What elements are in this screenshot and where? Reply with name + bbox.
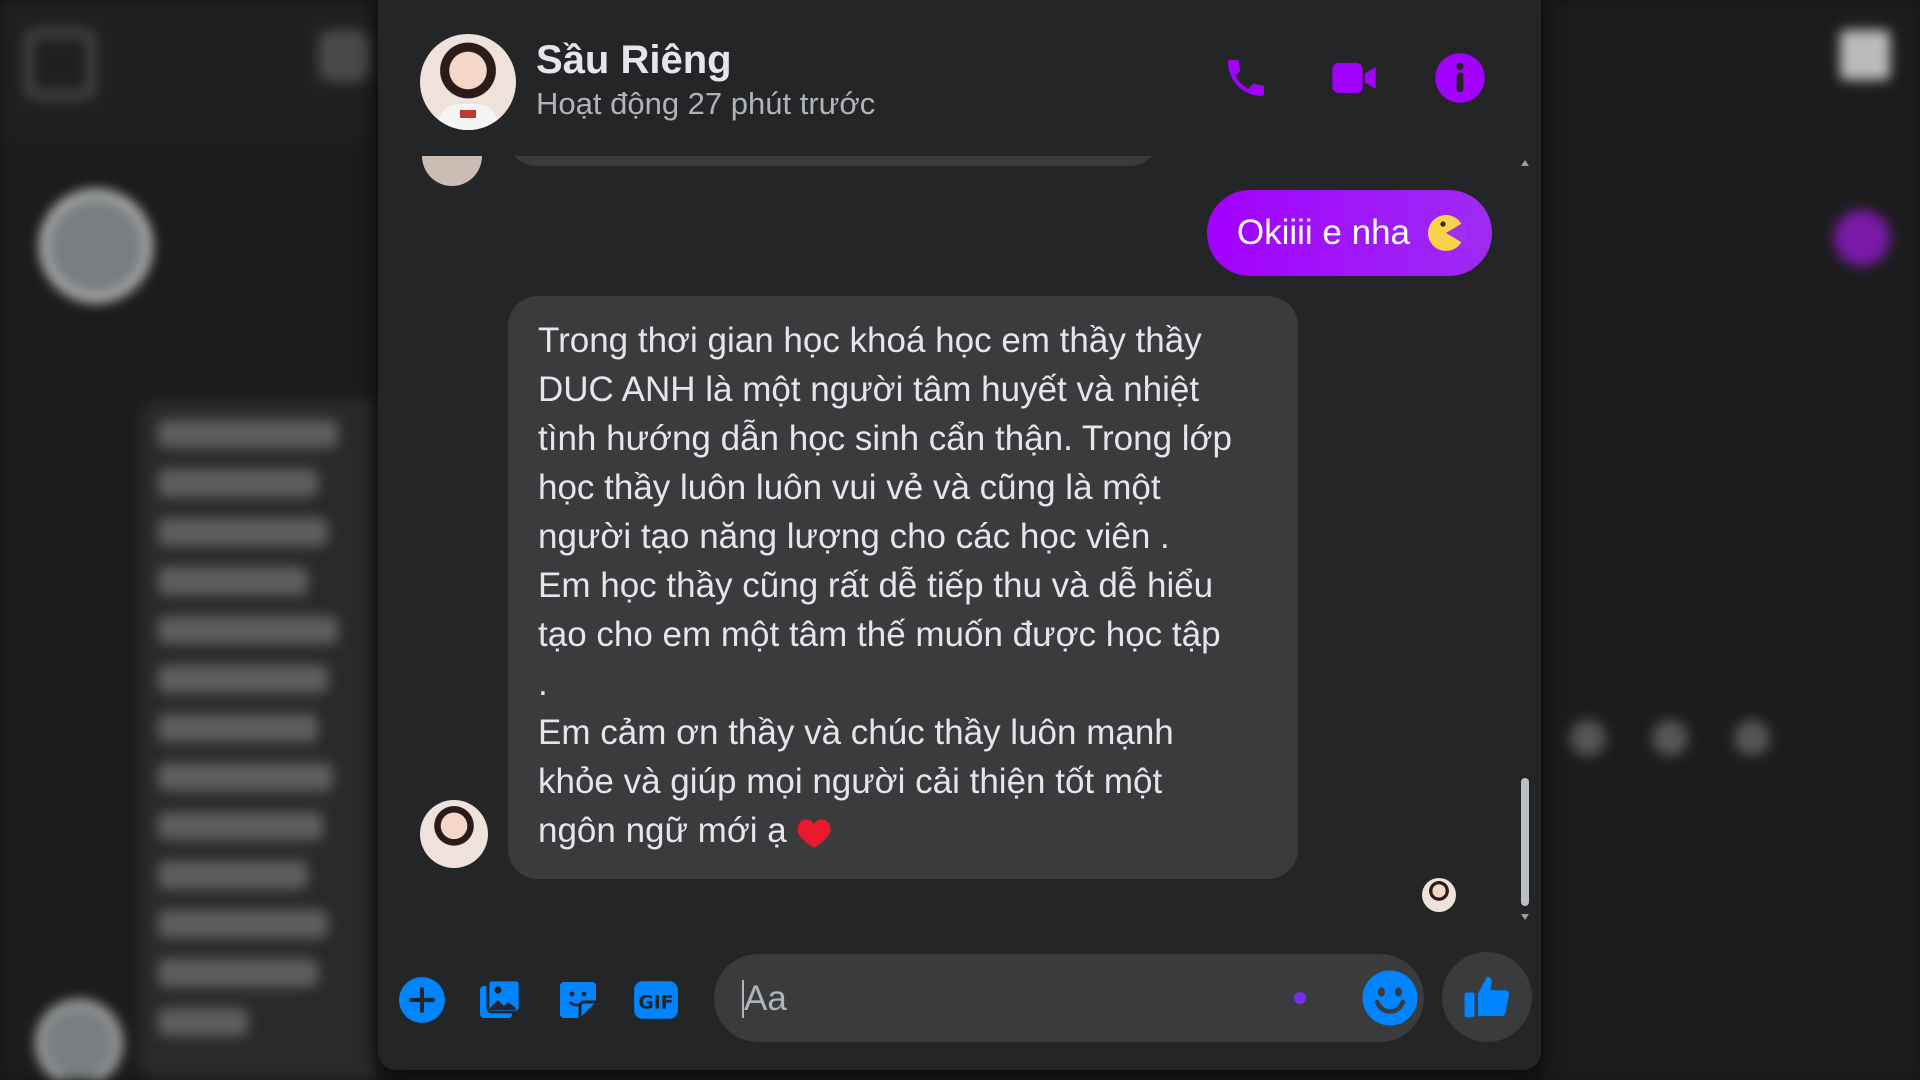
people-icon bbox=[318, 30, 370, 82]
scroll-thumb[interactable] bbox=[1521, 778, 1529, 906]
scroll-down-arrow[interactable] bbox=[1521, 914, 1529, 920]
typing-dot bbox=[1294, 992, 1306, 1004]
heart-icon bbox=[797, 819, 832, 848]
contact-name[interactable]: Sầu Riêng bbox=[536, 38, 732, 83]
smile-icon[interactable] bbox=[1360, 968, 1420, 1028]
phone-icon bbox=[1834, 210, 1890, 266]
avatar bbox=[40, 190, 152, 302]
svg-text:GIF: GIF bbox=[638, 992, 673, 1013]
more-actions-button[interactable] bbox=[392, 970, 452, 1030]
message-input-box[interactable] bbox=[714, 954, 1424, 1042]
avatar bbox=[422, 156, 482, 186]
attach-image-button[interactable] bbox=[470, 970, 530, 1030]
call-button[interactable] bbox=[1216, 48, 1276, 108]
info-button[interactable] bbox=[1430, 48, 1490, 108]
text-caret bbox=[742, 980, 744, 1018]
video-icon bbox=[1332, 62, 1376, 94]
active-status: Hoạt động 27 phút trước bbox=[536, 86, 876, 121]
sticker-icon bbox=[560, 982, 596, 1018]
send-like-button[interactable] bbox=[1442, 952, 1532, 1042]
blurred-text bbox=[158, 420, 376, 1057]
pacman-emoji-icon bbox=[1428, 215, 1466, 251]
received-message-bubble[interactable]: Trong thơi gian học khoá học em thầy thầ… bbox=[508, 296, 1298, 879]
menu-icon bbox=[1840, 30, 1890, 80]
plus-icon bbox=[399, 977, 445, 1023]
gif-icon: GIF bbox=[634, 981, 678, 1019]
avatar bbox=[36, 1000, 122, 1080]
info-icon bbox=[1435, 53, 1485, 103]
contact-avatar[interactable] bbox=[420, 34, 516, 130]
received-message-text: Trong thơi gian học khoá học em thầy thầ… bbox=[538, 321, 1232, 850]
background-left-panel bbox=[0, 0, 376, 1080]
message-list: Okiiii e nha Trong thơi gian học khoá họ… bbox=[378, 156, 1528, 946]
thumbs-up-icon bbox=[1464, 976, 1510, 1018]
sticker-button[interactable] bbox=[548, 970, 608, 1030]
previous-message-bubble bbox=[508, 156, 1158, 166]
chat-window: Sầu Riêng Hoạt động 27 phút trước Okiiii bbox=[378, 0, 1541, 1070]
scroll-up-arrow[interactable] bbox=[1521, 160, 1529, 166]
sent-message-text: Okiiii e nha bbox=[1236, 213, 1410, 252]
image-icon bbox=[480, 978, 522, 1018]
video-call-button[interactable] bbox=[1324, 48, 1384, 108]
sender-avatar[interactable] bbox=[420, 800, 488, 868]
background-right-panel bbox=[1544, 0, 1920, 1080]
message-input[interactable] bbox=[742, 968, 1266, 1030]
scrollbar[interactable] bbox=[1519, 160, 1531, 920]
gif-button[interactable]: GIF bbox=[626, 970, 686, 1030]
chat-header: Sầu Riêng Hoạt động 27 phút trước bbox=[378, 0, 1541, 156]
seen-avatar bbox=[1422, 878, 1456, 912]
composer-bar: GIF bbox=[378, 950, 1541, 1050]
phone-icon bbox=[1228, 60, 1264, 96]
home-icon bbox=[26, 30, 94, 98]
sent-message-bubble[interactable]: Okiiii e nha bbox=[1206, 190, 1492, 276]
